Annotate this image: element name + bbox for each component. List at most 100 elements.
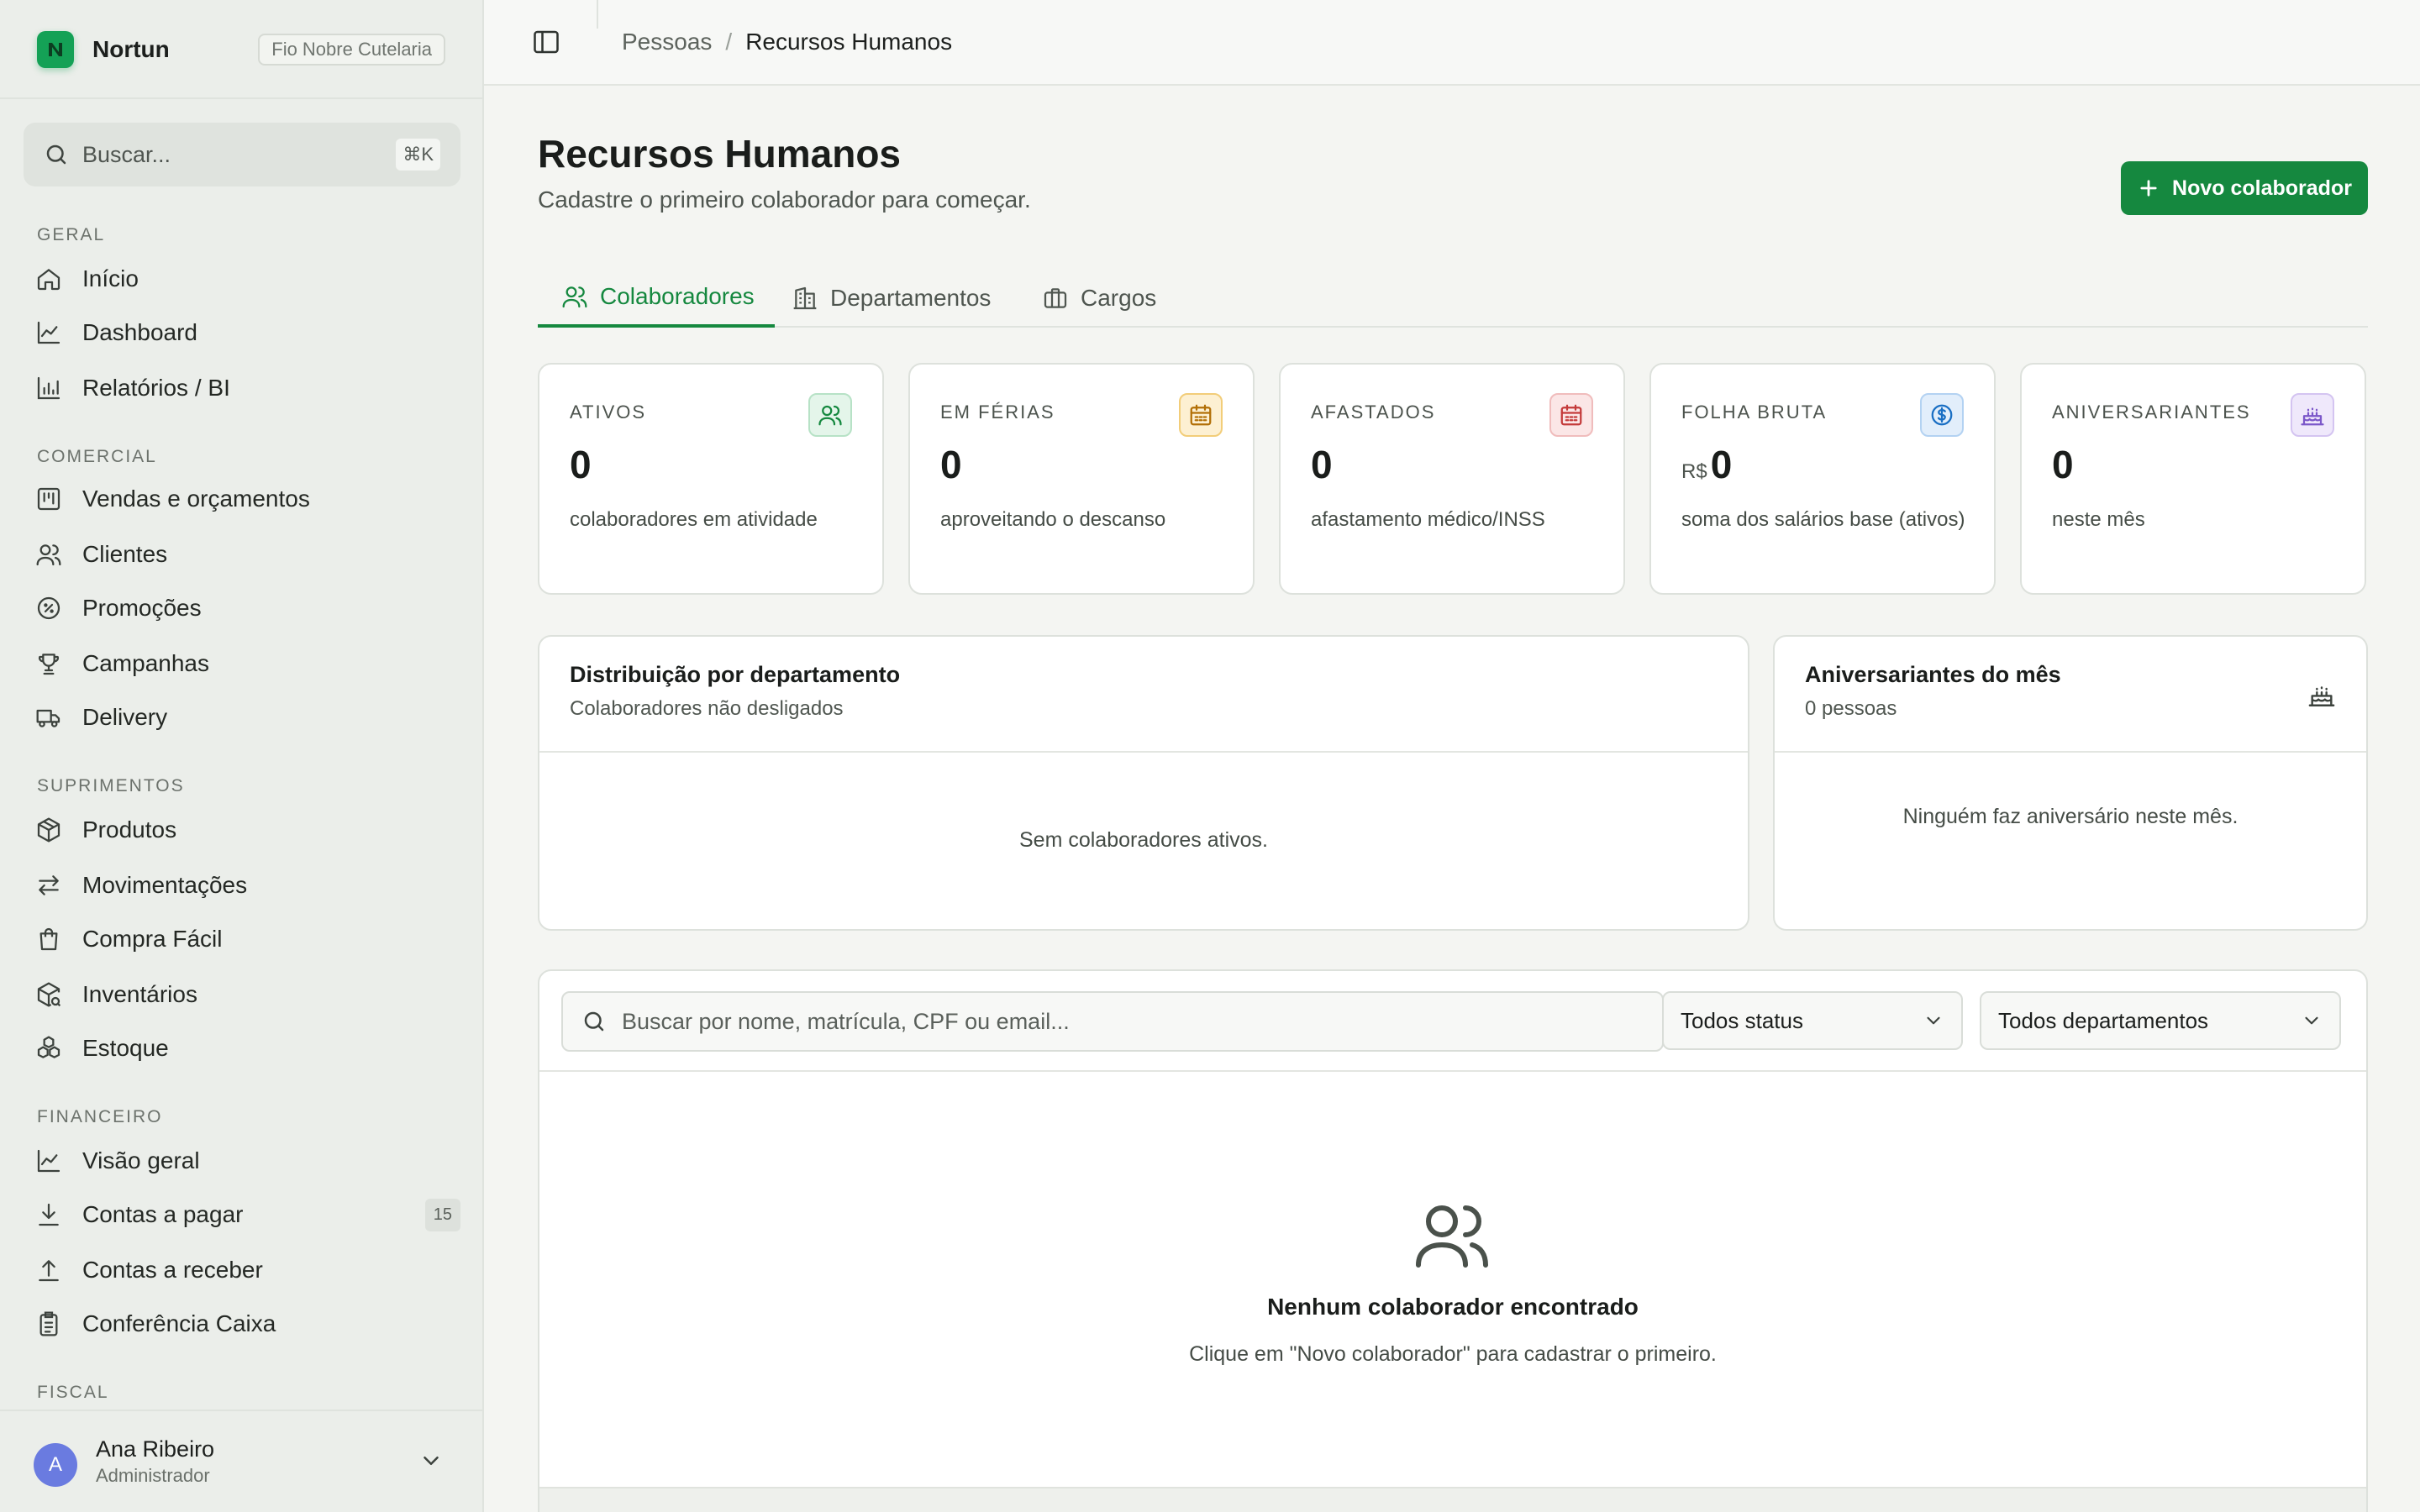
kpi-value: 0 <box>940 443 962 486</box>
kpi-card-ativos: ATIVOS 0 colaboradores em atividade <box>538 363 884 595</box>
search-icon <box>584 1011 604 1032</box>
status-filter-select[interactable]: Todos status <box>1662 991 1963 1050</box>
download-icon <box>34 1200 64 1230</box>
calendar-icon <box>1549 393 1593 437</box>
section-comercial: COMERCIAL <box>37 447 157 466</box>
arrows-left-right-icon <box>34 870 64 900</box>
kanban-icon <box>34 484 64 514</box>
sidebar-item-dashboard[interactable]: Dashboard <box>34 309 460 356</box>
chevron-down-icon <box>1927 1016 1940 1025</box>
empty-state-text: Ninguém faz aniversário neste mês. <box>1902 805 2238 828</box>
nortun-logo-icon[interactable] <box>37 31 74 68</box>
sidebar-item-estoque[interactable]: Estoque <box>34 1025 460 1072</box>
sidebar-item-label: Compra Fácil <box>82 926 223 952</box>
kpi-description: afastamento médico/INSS <box>1311 508 1545 531</box>
employee-search-field[interactable] <box>561 991 1664 1052</box>
app-name: Nortun <box>92 36 170 62</box>
sidebar: Nortun Fio Nobre Cutelaria Buscar... ⌘K … <box>0 0 484 1512</box>
sidebar-item-label: Promoções <box>82 595 202 621</box>
sidebar-item-vendas[interactable]: Vendas e orçamentos <box>34 475 460 522</box>
sidebar-item-delivery[interactable]: Delivery <box>34 694 460 741</box>
brand: Nortun Fio Nobre Cutelaria <box>37 29 445 71</box>
breadcrumb-parent[interactable]: Pessoas <box>622 29 712 55</box>
sidebar-item-promocoes[interactable]: Promoções <box>34 585 460 632</box>
topbar-divider <box>597 0 598 29</box>
kpi-card-folha: FOLHA BRUTA R$0 soma dos salários base (… <box>1649 363 1996 595</box>
tabs: Colaboradores Departamentos Cargos <box>538 269 2368 328</box>
panel-title: Aniversariantes do mês <box>1805 662 2061 687</box>
cake-icon <box>2308 686 2335 706</box>
new-employee-button[interactable]: Novo colaborador <box>2121 161 2368 215</box>
sidebar-item-clientes[interactable]: Clientes <box>34 531 460 578</box>
sidebar-item-contas-pagar[interactable]: Contas a pagar 15 <box>34 1191 460 1238</box>
department-filter-select[interactable]: Todos departamentos <box>1980 991 2341 1050</box>
tab-colaboradores[interactable]: Colaboradores <box>538 269 775 328</box>
tab-label: Colaboradores <box>600 283 755 309</box>
users-icon <box>562 286 587 308</box>
sidebar-item-visao-geral[interactable]: Visão geral <box>34 1137 460 1184</box>
panel-subtitle: 0 pessoas <box>1805 697 1897 720</box>
sidebar-item-label: Conferência Caixa <box>82 1310 276 1336</box>
briefcase-icon <box>1044 288 1067 308</box>
employees-table-card: Todos status Todos departamentos Nenhum … <box>538 969 2368 1512</box>
kpi-description: colaboradores em atividade <box>570 508 818 531</box>
user-name: Ana Ribeiro <box>96 1436 215 1462</box>
tab-departamentos[interactable]: Departamentos <box>792 269 991 328</box>
kpi-label: AFASTADOS <box>1311 402 1436 423</box>
sidebar-item-movimentacoes[interactable]: Movimentações <box>34 862 460 909</box>
sidebar-search[interactable]: Buscar... ⌘K <box>24 123 460 186</box>
sidebar-item-label: Relatórios / BI <box>82 375 230 401</box>
main-content: Recursos Humanos Cadastre o primeiro col… <box>484 87 2420 1512</box>
kpi-label: ANIVERSARIANTES <box>2052 402 2251 423</box>
sidebar-search-placeholder: Buscar... <box>82 141 171 167</box>
line-chart-icon <box>34 1146 64 1176</box>
panel-title: Distribuição por departamento <box>570 662 901 687</box>
count-badge: 15 <box>424 1198 460 1231</box>
employee-search-input[interactable] <box>622 1008 1630 1035</box>
sidebar-item-label: Campanhas <box>82 650 209 676</box>
panel-divider <box>1775 751 2366 753</box>
discount-icon <box>34 593 64 623</box>
building-icon <box>793 286 817 310</box>
tenant-badge[interactable]: Fio Nobre Cutelaria <box>258 34 445 66</box>
package-icon <box>34 815 64 845</box>
package-search-icon <box>34 979 64 1010</box>
tab-cargos[interactable]: Cargos <box>1042 269 1156 328</box>
sidebar-item-label: Vendas e orçamentos <box>82 486 310 512</box>
page-subtitle: Cadastre o primeiro colaborador para com… <box>538 186 1031 213</box>
section-suprimentos: SUPRIMENTOS <box>37 776 185 795</box>
panel-subtitle: Colaboradores não desligados <box>570 697 844 720</box>
sidebar-item-relatorios[interactable]: Relatórios / BI <box>34 365 460 412</box>
sidebar-item-conferencia-caixa[interactable]: Conferência Caixa <box>34 1300 460 1347</box>
sidebar-item-label: Contas a pagar <box>82 1201 244 1227</box>
section-geral: GERAL <box>37 225 106 244</box>
kpi-value: 0 <box>1311 443 1333 486</box>
department-distribution-panel: Distribuição por departamento Colaborado… <box>538 635 1749 931</box>
section-fiscal: FISCAL <box>37 1383 109 1402</box>
sidebar-item-compra-facil[interactable]: Compra Fácil <box>34 916 460 963</box>
sidebar-item-campanhas[interactable]: Campanhas <box>34 640 460 687</box>
empty-state-title: Nenhum colaborador encontrado <box>1267 1294 1639 1320</box>
search-icon <box>46 144 66 165</box>
sidebar-item-label: Estoque <box>82 1035 169 1061</box>
birthdays-panel: Aniversariantes do mês 0 pessoas Ninguém… <box>1773 635 2368 931</box>
kpi-card-afastados: AFASTADOS 0 afastamento médico/INSS <box>1279 363 1625 595</box>
boxes-icon <box>34 1033 64 1063</box>
kpi-label: ATIVOS <box>570 402 647 423</box>
truck-icon <box>34 702 64 732</box>
tab-label: Departamentos <box>830 285 992 311</box>
chevron-down-icon[interactable] <box>418 1448 444 1473</box>
sidebar-item-label: Dashboard <box>82 319 197 345</box>
upload-icon <box>34 1255 64 1285</box>
sidebar-item-produtos[interactable]: Produtos <box>34 806 460 853</box>
kpi-card-aniversariantes: ANIVERSARIANTES 0 neste mês <box>2020 363 2366 595</box>
sidebar-item-contas-receber[interactable]: Contas a receber <box>34 1247 460 1294</box>
user-menu[interactable]: A Ana Ribeiro Administrador <box>0 1410 482 1512</box>
sidebar-toggle-icon[interactable] <box>531 27 561 57</box>
sidebar-item-inicio[interactable]: Início <box>34 255 460 302</box>
users-icon <box>1416 1205 1488 1268</box>
cake-icon <box>2291 393 2334 437</box>
user-role: Administrador <box>96 1465 210 1486</box>
trophy-icon <box>34 648 64 679</box>
sidebar-item-inventarios[interactable]: Inventários <box>34 971 460 1018</box>
